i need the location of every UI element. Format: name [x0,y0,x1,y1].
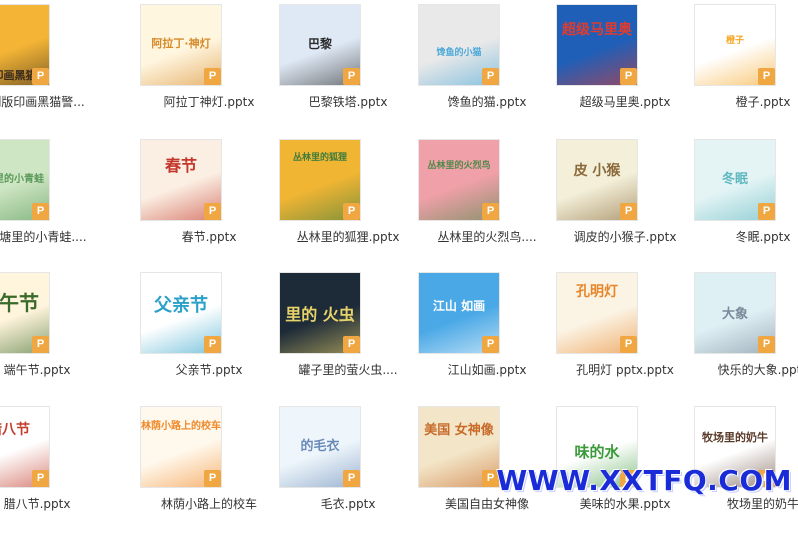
file-thumbnail[interactable]: 橙子 P [694,4,776,86]
file-item[interactable]: 大象P快乐的大象.pptx [694,272,798,406]
pptx-file-icon: P [758,336,775,353]
thumbnail-title: 父亲节 [154,295,208,316]
file-item[interactable]: 冬眠 P 冬眠.pptx [694,139,798,273]
file-item[interactable]: 林荫小路上的校车 P 林荫小路上的校车 [140,406,278,540]
pptx-file-icon: P [758,68,775,85]
pptx-file-icon: P [620,336,637,353]
file-thumbnail[interactable]: 春节 P [140,139,222,221]
thumbnail-title: 孔明灯 [576,284,618,300]
pptx-file-icon: P [758,203,775,220]
file-thumbnail[interactable]: 的毛衣 P [279,406,361,488]
file-thumbnail[interactable]: 阿拉丁·神灯 P [140,4,222,86]
thumbnail-title: 美国 女神像 [424,423,494,438]
thumbnail-title: 林荫小路上的校车 [141,421,221,432]
file-thumbnail[interactable]: 皮 小猴 P [556,139,638,221]
thumbnail-title: 荷塘里的小青蛙 [0,174,44,185]
pptx-file-icon: P [343,470,360,487]
pptx-file-icon: P [32,470,49,487]
file-thumbnail[interactable]: 超级马里奥 P [556,4,638,86]
file-name[interactable]: 橙子.pptx [664,93,798,110]
pptx-file-icon: P [204,336,221,353]
file-name[interactable]: 牧场里的奶牛 [664,495,798,512]
thumbnail-title: 丛林里的狐狸 [292,153,347,163]
file-thumbnail[interactable]: 里的 火虫 P [279,272,361,354]
file-grid: 制版印画黑猫警P制版印画黑猫警...阿拉丁·神灯P阿拉丁神灯.pptx巴黎P巴黎… [0,0,798,511]
file-thumbnail[interactable]: 馋鱼的小猫 P [418,4,500,86]
thumbnail-title: 橙子 [725,36,744,46]
pptx-file-icon: P [32,203,49,220]
file-item[interactable]: 腊八节P腊八节.pptx [0,406,106,540]
file-thumbnail[interactable]: 制版印画黑猫警P [0,4,50,86]
pptx-file-icon: P [32,68,49,85]
file-item[interactable]: 端午节P端午节.pptx [0,272,106,406]
file-item[interactable]: 皮 小猴 P 调皮的小猴子.pptx [556,139,694,273]
file-item[interactable]: 巴黎 P 巴黎铁塔.pptx [279,4,417,138]
thumbnail-title: 江山 如画 [432,299,486,313]
thumbnail-title: 阿拉丁·神灯 [151,37,211,50]
file-thumbnail[interactable]: 丛林里的狐狸 P [279,139,361,221]
thumbnail-title: 馋鱼的小猫 [436,48,482,58]
pptx-file-icon: P [32,336,49,353]
pptx-file-icon: P [204,68,221,85]
file-item[interactable]: 馋鱼的小猫 P 馋鱼的猫.pptx [418,4,556,138]
thumbnail-title: 里的 火虫 [285,305,355,324]
file-item[interactable]: 父亲节 P 父亲节.pptx [140,272,278,406]
thumbnail-title: 端午节 [0,291,39,315]
file-thumbnail[interactable]: 巴黎 P [279,4,361,86]
file-thumbnail[interactable]: 端午节 P [0,272,50,354]
file-thumbnail[interactable]: 丛林里的火烈鸟 P [418,139,500,221]
file-thumbnail[interactable]: 荷塘里的小青蛙 P [0,139,50,221]
thumbnail-title: 牧场里的奶牛 [702,431,768,444]
file-thumbnail[interactable]: 腊八节 P [0,406,50,488]
file-thumbnail[interactable]: 父亲节 P [140,272,222,354]
file-thumbnail[interactable]: 林荫小路上的校车 P [140,406,222,488]
file-item[interactable]: 江山 如画 P 江山如画.pptx [418,272,556,406]
file-item[interactable]: 的毛衣 P 毛衣.pptx [279,406,417,540]
thumbnail-title: 大象 [721,307,748,322]
pptx-file-icon: P [482,203,499,220]
file-item[interactable]: 里的 火虫 P 罐子里的萤火虫.... [279,272,417,406]
pptx-file-icon: P [482,68,499,85]
file-item[interactable]: 丛林里的火烈鸟 P 丛林里的火烈鸟.... [418,139,556,273]
thumbnail-title: 味的水 [574,443,620,461]
file-item[interactable]: 荷塘里的小青蛙P池塘里的小青蛙.... [0,139,106,273]
file-thumbnail[interactable]: 江山 如画 P [418,272,500,354]
file-item[interactable]: 橙子 P 橙子.pptx [694,4,798,138]
file-item[interactable]: 超级马里奥 P 超级马里奥.pptx [556,4,694,138]
thumbnail-title: 腊八节 [0,422,30,438]
file-item[interactable]: 丛林里的狐狸 P 丛林里的狐狸.pptx [279,139,417,273]
site-watermark: WWW.XXTFQ.COM [496,464,792,497]
pptx-file-icon: P [204,470,221,487]
file-item[interactable]: 春节 P 春节.pptx [140,139,278,273]
file-item[interactable]: 孔明灯 P 孔明灯 pptx.pptx [556,272,694,406]
thumbnail-title: 皮 小猴 [573,163,621,179]
thumbnail-title: 春节 [164,156,197,175]
file-item[interactable]: 制版印画黑猫警P制版印画黑猫警... [0,4,106,138]
pptx-file-icon: P [482,336,499,353]
file-thumbnail[interactable]: 孔明灯 P [556,272,638,354]
pptx-file-icon: P [343,68,360,85]
file-thumbnail[interactable]: 冬眠 P [694,139,776,221]
file-thumbnail[interactable]: 大象 P [694,272,776,354]
pptx-file-icon: P [620,203,637,220]
file-thumbnail[interactable]: 美国 女神像 P [418,406,500,488]
thumbnail-title: 冬眠 [721,172,748,187]
thumbnail-title: 的毛衣 [300,439,340,454]
file-name[interactable]: 冬眠.pptx [664,228,798,245]
pptx-file-icon: P [343,203,360,220]
pptx-file-icon: P [204,203,221,220]
thumbnail-title: 巴黎 [307,37,332,51]
pptx-file-icon: P [343,336,360,353]
file-name[interactable]: 快乐的大象.pptx [664,361,798,378]
thumbnail-title: 丛林里的火烈鸟 [427,161,491,171]
file-item[interactable]: 阿拉丁·神灯 P 阿拉丁神灯.pptx [140,4,278,138]
thumbnail-title: 超级马里奥 [562,22,632,38]
pptx-file-icon: P [620,68,637,85]
